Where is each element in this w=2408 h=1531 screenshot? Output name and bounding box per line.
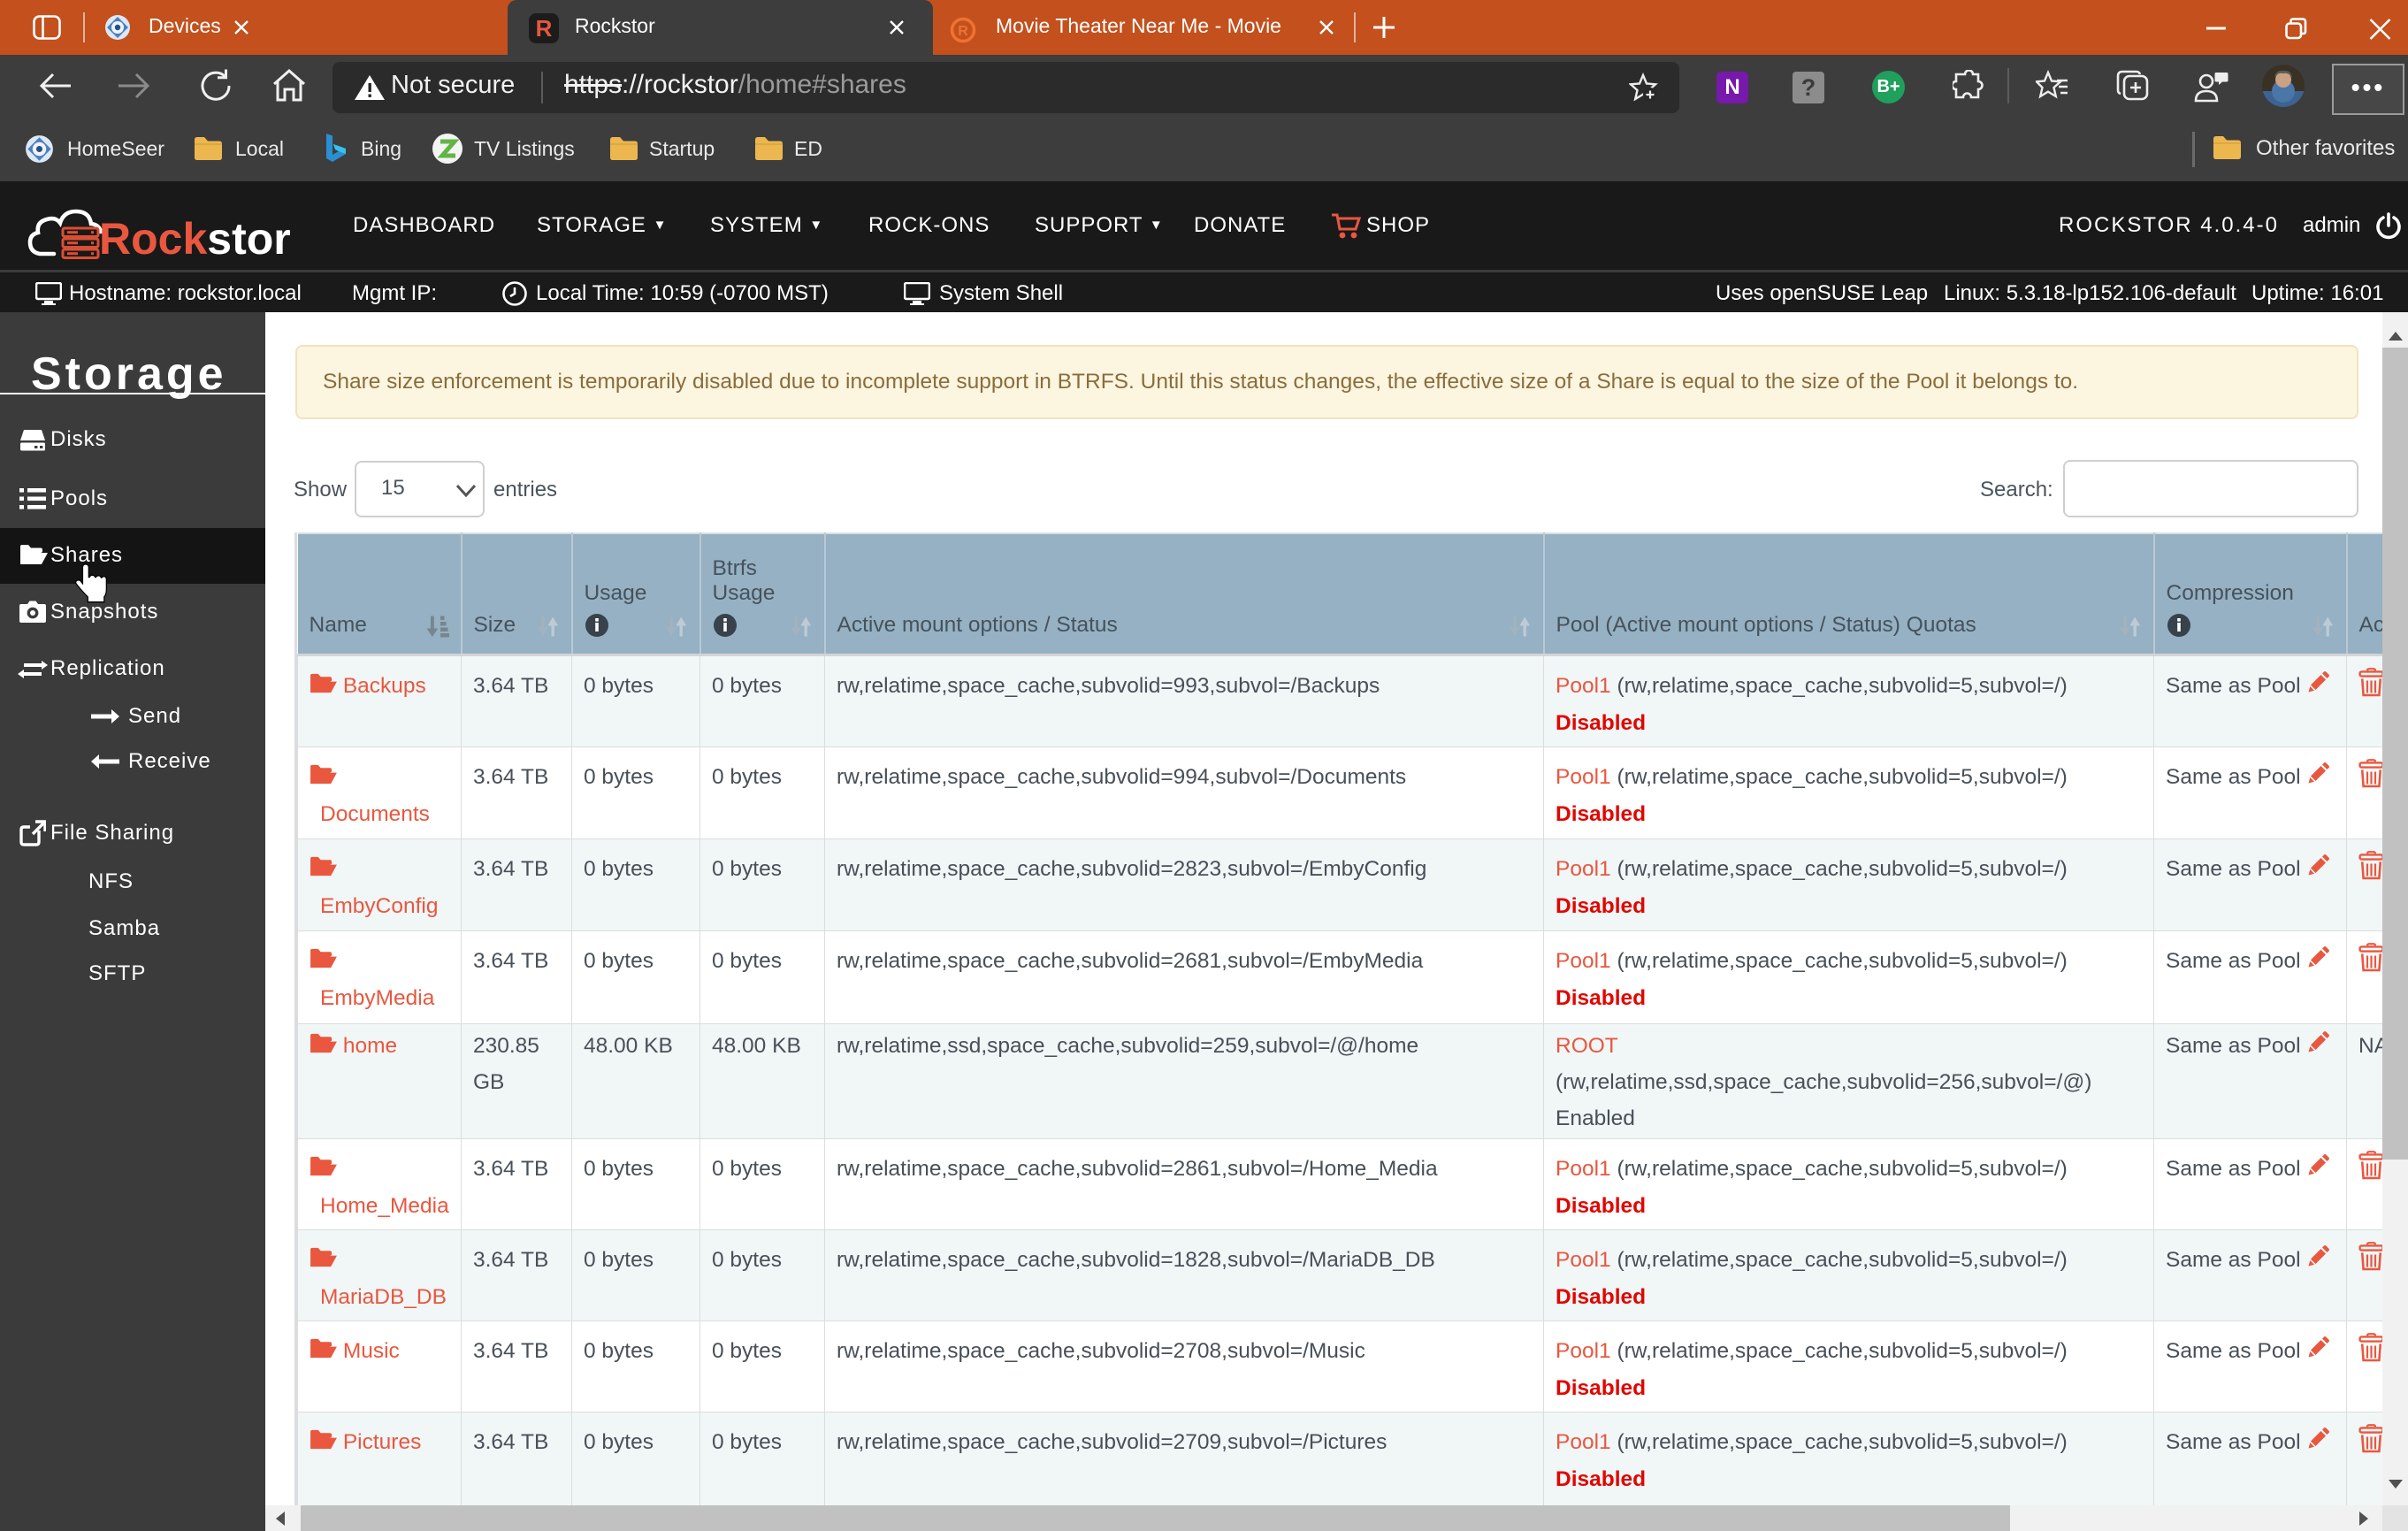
- svg-text:R: R: [958, 24, 968, 39]
